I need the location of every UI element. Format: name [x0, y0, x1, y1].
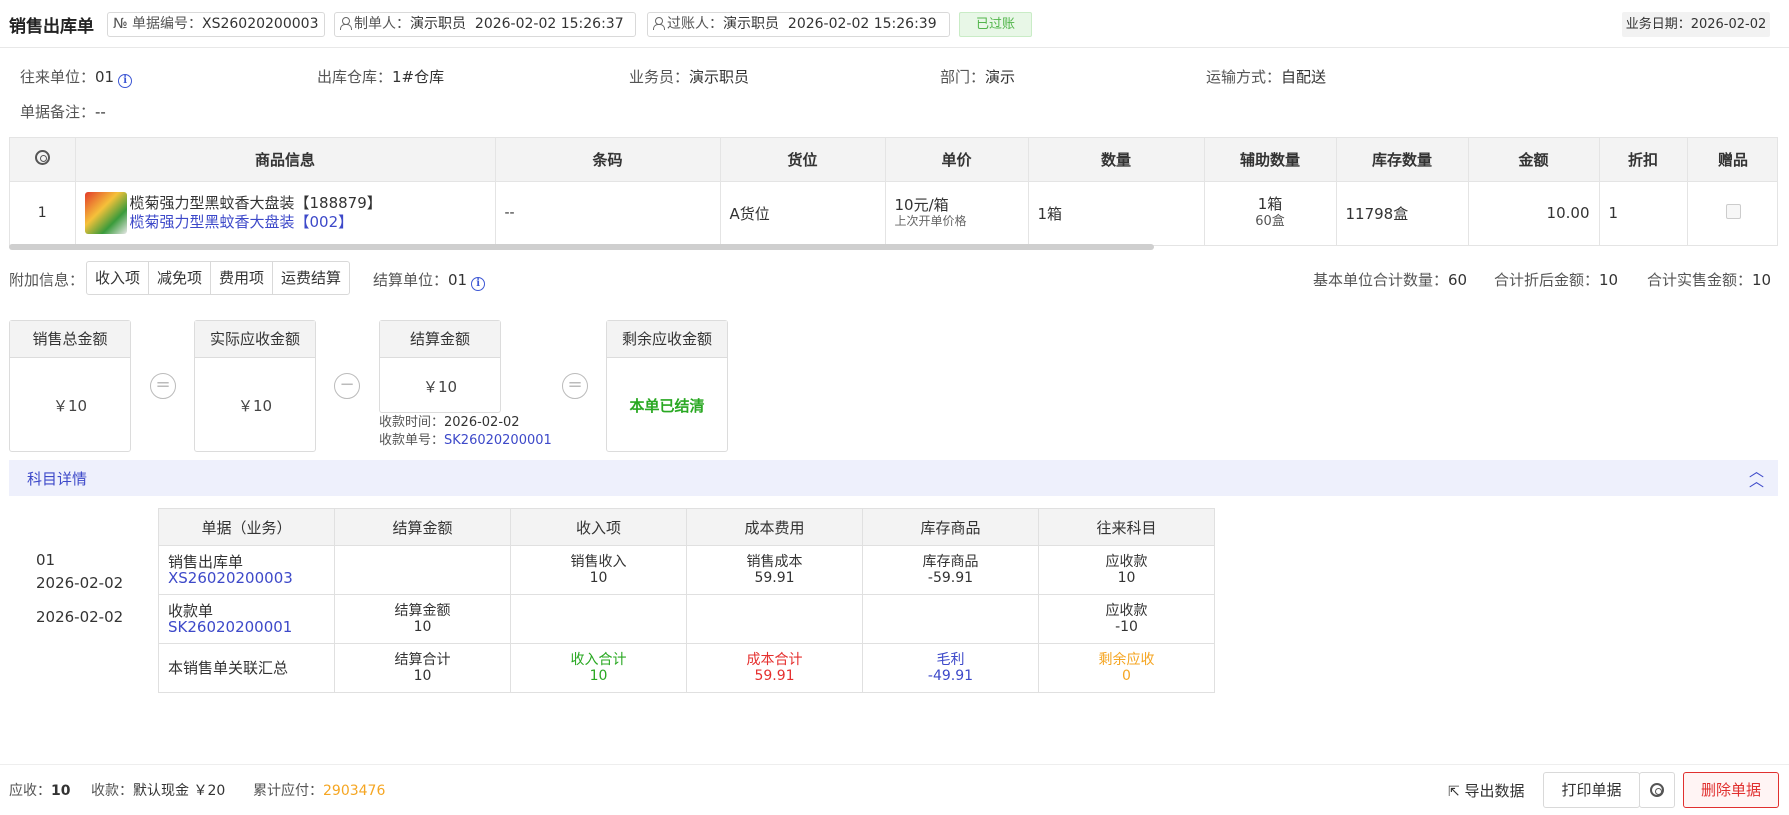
expense-item-button[interactable]: 费用项: [211, 262, 274, 294]
total-amount: ￥10: [52, 397, 88, 415]
warehouse-field: 出库仓库：1#仓库: [317, 68, 445, 86]
amount-cell: 10.00: [1468, 181, 1600, 245]
column-settings[interactable]: [10, 138, 76, 182]
subject-left-info: 01 2026-02-02: [36, 551, 124, 592]
col-discount: 折扣: [1599, 138, 1688, 182]
table-row: 本销售单关联汇总 结算合计 10 收入合计 10 成本合计 59.91 毛利 -49.9…: [158, 643, 1215, 693]
price-cell: 10元/箱 上次开单价格: [885, 181, 1029, 245]
delete-button[interactable]: 删除单据: [1683, 772, 1779, 808]
maker-chip: 制单人：演示职员 2026-02-02 15:26:37: [334, 12, 636, 37]
user-icon: [340, 17, 352, 30]
discounted-amount-total: 合计折后金额：10: [1494, 271, 1619, 289]
footer-cumulative: 累计应付：2903476: [253, 783, 386, 799]
equals-icon: =: [150, 373, 176, 399]
barcode-cell: --: [495, 181, 721, 245]
doc-link[interactable]: SK26020200001: [168, 619, 334, 635]
sale-amount-total: 合计实售金额：10: [1647, 271, 1772, 289]
col-aux-qty: 辅助数量: [1204, 138, 1337, 182]
doc-number: XS26020200003: [202, 16, 319, 32]
status-badge: 已过账: [959, 12, 1032, 37]
col-amount: 金额: [1468, 138, 1600, 182]
table-row: 收款单 SK26020200001 结算金额 10 应收款 -10: [158, 594, 1215, 644]
attach-button-group: 收入项 减免项 费用项 运费结算: [86, 261, 351, 295]
table-row[interactable]: 1 榄菊强力型黑蚊香大盘装【188879】 榄菊强力型黑蚊香大盘装【002】 -…: [10, 181, 1777, 245]
deduction-item-button[interactable]: 减免项: [149, 262, 212, 294]
subject-left-date2: 2026-02-02: [36, 608, 124, 626]
transport-field: 运输方式：自配送: [1206, 68, 1327, 86]
doc-link[interactable]: XS26020200003: [168, 570, 334, 586]
col-barcode: 条码: [495, 138, 721, 182]
income-item-button[interactable]: 收入项: [87, 262, 150, 294]
remark-field: 单据备注：--: [20, 103, 106, 121]
partner-field: 往来单位：01 i: [20, 66, 133, 88]
salesman-field: 业务员：演示职员: [629, 68, 750, 86]
info-icon[interactable]: i: [471, 277, 486, 291]
product-image: [84, 192, 127, 235]
info-icon[interactable]: i: [118, 74, 133, 88]
base-qty-total: 基本单位合计数量：60: [1313, 271, 1468, 289]
print-button[interactable]: 打印单据: [1543, 772, 1640, 808]
payment-info: 收款时间：2026-02-02 收款单号：SK26020200001: [379, 415, 552, 448]
qty-cell: 1箱: [1028, 181, 1205, 245]
product-unit-link[interactable]: 榄菊强力型黑蚊香大盘装【002】: [130, 213, 382, 232]
row-index: 1: [10, 181, 76, 245]
receivable-amount: ￥10: [237, 397, 273, 415]
export-icon: ⇱: [1448, 784, 1460, 800]
settle-amount: ￥10: [422, 378, 458, 396]
remaining-amount: 本单已结清: [629, 397, 705, 415]
freight-settle-button[interactable]: 运费结算: [273, 262, 349, 294]
total-amount-box: 销售总金额 ￥10: [9, 320, 131, 452]
payment-no-link[interactable]: SK26020200001: [444, 433, 552, 448]
dept-field: 部门：演示: [940, 68, 1016, 86]
page-title: 销售出库单: [9, 17, 94, 37]
subject-detail-title: 科目详情: [27, 470, 88, 488]
product-name: 榄菊强力型黑蚊香大盘装【188879】: [129, 194, 382, 213]
gear-icon: [1650, 783, 1664, 797]
col-gift: 赠品: [1687, 138, 1777, 182]
attach-label: 附加信息：: [9, 271, 85, 289]
gift-checkbox[interactable]: [1725, 203, 1741, 219]
doc-number-chip: № 单据编号：XS26020200003: [107, 12, 325, 37]
settle-amount-box: 结算金额 ￥10: [379, 320, 501, 413]
footer-receivable: 应收：10: [9, 783, 71, 799]
stock-qty-cell: 11798盒: [1336, 181, 1469, 245]
header-bar: 销售出库单 № 单据编号：XS26020200003 制单人：演示职员 2026…: [0, 0, 1789, 48]
col-stock-qty: 库存数量: [1336, 138, 1469, 182]
user-icon: [653, 17, 665, 30]
gear-icon[interactable]: [34, 149, 50, 165]
product-cell[interactable]: 榄菊强力型黑蚊香大盘装【188879】 榄菊强力型黑蚊香大盘装【002】: [75, 181, 496, 245]
discount-cell: 1: [1599, 181, 1688, 245]
receivable-amount-box: 实际应收金额 ￥10: [194, 320, 316, 452]
equals-icon: =: [562, 373, 588, 399]
export-button[interactable]: ⇱ 导出数据: [1448, 780, 1525, 801]
biz-date: 业务日期：2026-02-02: [1622, 12, 1770, 37]
table-row: 销售出库单 XS26020200003 销售收入 10 销售成本 59.91 库存商品…: [158, 545, 1215, 595]
col-price: 单价: [885, 138, 1029, 182]
col-location: 货位: [720, 138, 886, 182]
goods-table: 商品信息 条码 货位 单价 数量 辅助数量 库存数量 金额 折扣 赠品 1 榄菊…: [9, 137, 1778, 246]
minus-icon: −: [334, 373, 360, 399]
poster-chip: 过账人：演示职员 2026-02-02 15:26:39: [647, 12, 950, 37]
aux-qty-cell: 1箱 60盒: [1204, 181, 1337, 245]
col-qty: 数量: [1028, 138, 1205, 182]
subject-detail-table: 单据（业务） 结算金额 收入项 成本费用 库存商品 往来科目 销售出库单 XS26…: [158, 508, 1215, 693]
settle-unit-field: 结算单位：01 i: [373, 269, 486, 291]
gift-cell: [1687, 181, 1777, 245]
horizontal-scrollbar[interactable]: [9, 244, 1154, 250]
collapse-icon[interactable]: ︿ ︿: [1749, 464, 1764, 489]
col-product: 商品信息: [75, 138, 496, 182]
footer-received: 收款：默认现金 ￥20: [91, 783, 226, 799]
location-cell: A货位: [720, 181, 886, 245]
remaining-amount-box: 剩余应收金额 本单已结清: [606, 320, 728, 452]
subject-detail-bar[interactable]: 科目详情 ︿ ︿: [9, 460, 1778, 496]
print-settings-button[interactable]: [1639, 772, 1675, 808]
